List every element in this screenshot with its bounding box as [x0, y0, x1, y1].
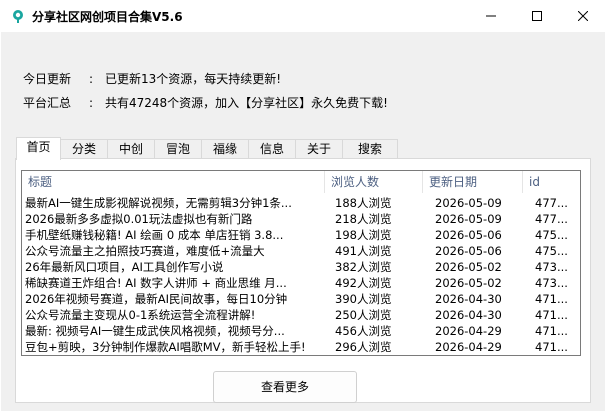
table-row[interactable]: 手机壁纸赚钱秘籍! AI 绘画 0 成本 单店狂销 3.8... 198人浏览 20… [22, 227, 580, 243]
cell-title: 最新: 视频号AI一键生成武侠风格视频，视频号分... [25, 324, 285, 338]
tab-maopao[interactable]: 冒泡 [154, 139, 202, 159]
cell-title: 26年最新风口项目，AI工具创作写小说 [25, 260, 224, 274]
update-value: 已更新13个资源，每天持续更新! [105, 72, 282, 86]
cell-views: 188人浏览 [335, 196, 392, 210]
tab-home[interactable]: 首页 [16, 137, 61, 160]
column-header-date[interactable]: 更新日期 [423, 171, 523, 193]
client-area: 今日更新: 已更新13个资源，每天持续更新! 平台汇总: 共有47248个资源，加入… [1, 32, 605, 411]
table-row[interactable]: 最新AI一键生成影视解说视频，无需剪辑3分钟1条... 188人浏览 2026-05… [22, 195, 580, 211]
minimize-icon [486, 15, 496, 17]
cell-views: 492人浏览 [335, 276, 392, 290]
cell-date: 2026-04-29 [435, 340, 502, 354]
window-title: 分享社区网创项目合集V5.6 [32, 10, 183, 24]
cell-title: 公众号流量主之拍照技巧赛道，难度低+流量大 [25, 244, 265, 258]
table-row[interactable]: 公众号流量主变现从0-1系统运营全流程讲解! 250人浏览 2026-04-30 47… [22, 307, 580, 323]
summary-info-row: 平台汇总: 共有47248个资源，加入【分享社区】永久免费下载! [23, 94, 388, 112]
maximize-icon [532, 11, 542, 21]
cell-title: 2026最新多多虚拟0.01玩法虚拟也有新门路 [25, 212, 253, 226]
cell-id: 475... [535, 228, 568, 242]
summary-value: 共有47248个资源，加入【分享社区】永久免费下载! [105, 96, 388, 110]
tab-category[interactable]: 分类 [60, 139, 108, 159]
cell-date: 2026-04-30 [435, 308, 502, 322]
cell-date: 2026-04-30 [435, 292, 502, 306]
cell-views: 382人浏览 [335, 260, 392, 274]
cell-views: 491人浏览 [335, 244, 392, 258]
cell-title: 豆包+剪映，3分钟制作爆款AI唱歌MV，新手轻松上手! [25, 340, 306, 354]
minimize-button[interactable] [468, 0, 514, 32]
tab-zhongchuang[interactable]: 中创 [107, 139, 155, 159]
cell-views: 296人浏览 [335, 340, 392, 354]
app-icon [13, 10, 23, 23]
close-button[interactable] [560, 0, 606, 32]
table-row[interactable]: 公众号流量主之拍照技巧赛道，难度低+流量大 491人浏览 2026-05-06 475… [22, 243, 580, 259]
cell-id: 471... [535, 292, 568, 306]
close-icon [578, 11, 588, 21]
column-header-id[interactable]: id [523, 171, 580, 193]
column-header-title[interactable]: 标题 [22, 171, 325, 193]
table-row[interactable]: 26年最新风口项目，AI工具创作写小说 382人浏览 2026-05-02 473..… [22, 259, 580, 275]
cell-views: 250人浏览 [335, 308, 392, 322]
cell-views: 218人浏览 [335, 212, 392, 226]
cell-title: 手机壁纸赚钱秘籍! AI 绘画 0 成本 单店狂销 3.8... [25, 228, 284, 242]
cell-id: 477... [535, 196, 568, 210]
tab-fuyuan[interactable]: 福缘 [201, 139, 249, 159]
home-tab-panel: 标题 浏览人数 更新日期 id 最新AI一键生成影视解说视频，无需剪辑3分钟1条… [15, 158, 591, 403]
table-row[interactable]: 稀缺赛道王炸组合! AI 数字人讲师 + 商业思维 月... 492人浏览 2026… [22, 275, 580, 291]
cell-id: 471... [535, 340, 568, 354]
cell-views: 390人浏览 [335, 292, 392, 306]
cell-title: 稀缺赛道王炸组合! AI 数字人讲师 + 商业思维 月... [25, 276, 287, 290]
tab-about[interactable]: 关于 [295, 139, 343, 159]
cell-title: 最新AI一键生成影视解说视频，无需剪辑3分钟1条... [25, 196, 292, 210]
cell-views: 198人浏览 [335, 228, 392, 242]
cell-date: 2026-05-02 [435, 260, 502, 274]
table-row[interactable]: 豆包+剪映，3分钟制作爆款AI唱歌MV，新手轻松上手! 296人浏览 2026-04… [22, 339, 580, 355]
resource-list[interactable]: 标题 浏览人数 更新日期 id 最新AI一键生成影视解说视频，无需剪辑3分钟1条… [21, 170, 581, 356]
table-row[interactable]: 2026最新多多虚拟0.01玩法虚拟也有新门路 218人浏览 2026-05-09 4… [22, 211, 580, 227]
load-more-button[interactable]: 查看更多 [213, 371, 357, 403]
tab-search[interactable]: 搜索 [342, 139, 398, 159]
summary-colon: : [89, 96, 94, 110]
cell-id: 475... [535, 244, 568, 258]
cell-id: 471... [535, 324, 568, 338]
cell-id: 477... [535, 212, 568, 226]
cell-date: 2026-05-02 [435, 276, 502, 290]
cell-date: 2026-05-09 [435, 212, 502, 226]
cell-views: 456人浏览 [335, 324, 392, 338]
update-label: 今日更新 [23, 72, 72, 86]
title-bar[interactable]: 分享社区网创项目合集V5.6 [0, 0, 606, 32]
list-header: 标题 浏览人数 更新日期 id [22, 171, 580, 193]
table-row[interactable]: 2026年视频号赛道，最新AI民间故事，每日10分钟 390人浏览 2026-04-… [22, 291, 580, 307]
update-info-row: 今日更新: 已更新13个资源，每天持续更新! [23, 70, 281, 88]
update-colon: : [89, 72, 94, 86]
cell-date: 2026-05-09 [435, 196, 502, 210]
cell-id: 471... [535, 308, 568, 322]
table-row[interactable]: 最新: 视频号AI一键生成武侠风格视频，视频号分... 456人浏览 2026-04… [22, 323, 580, 339]
cell-id: 473... [535, 260, 568, 274]
cell-date: 2026-05-06 [435, 228, 502, 242]
maximize-button[interactable] [514, 0, 560, 32]
cell-title: 2026年视频号赛道，最新AI民间故事，每日10分钟 [25, 292, 288, 306]
cell-title: 公众号流量主变现从0-1系统运营全流程讲解! [25, 308, 256, 322]
cell-date: 2026-04-29 [435, 324, 502, 338]
summary-label: 平台汇总 [23, 96, 72, 110]
tab-info[interactable]: 信息 [248, 139, 296, 159]
cell-id: 473... [535, 276, 568, 290]
column-header-views[interactable]: 浏览人数 [325, 171, 423, 193]
cell-date: 2026-05-06 [435, 244, 502, 258]
